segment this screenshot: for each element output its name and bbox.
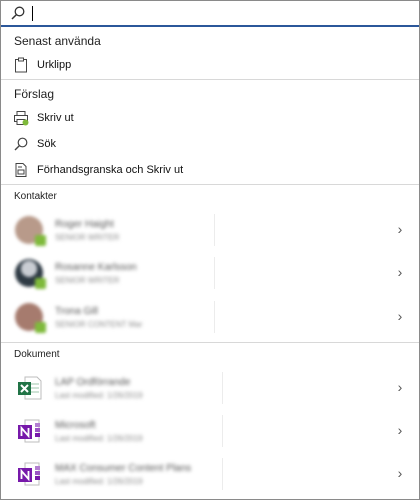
- excel-file-icon: [18, 376, 42, 400]
- document-item[interactable]: MAX Consumer Content Plans Last modified…: [9, 452, 411, 496]
- recent-item-label: Urklipp: [37, 59, 72, 71]
- suggestion-print[interactable]: Skriv ut: [13, 107, 408, 129]
- presence-badge: [35, 322, 46, 333]
- suggestions-section-title: Förslag: [14, 87, 55, 101]
- clipboard-icon: [15, 57, 27, 73]
- search-input[interactable]: [33, 3, 383, 23]
- suggestion-search[interactable]: Sök: [13, 133, 408, 155]
- search-icon: [11, 6, 25, 20]
- presence-badge: [35, 278, 46, 289]
- chevron-right-icon[interactable]: ›: [393, 422, 407, 438]
- search-icon: [14, 137, 28, 151]
- chevron-right-icon[interactable]: ›: [393, 221, 407, 237]
- divider: [1, 342, 419, 343]
- search-popup: Senast använda Urklipp Förslag Skriv ut …: [0, 0, 420, 500]
- documents-section-title: Dokument: [14, 349, 60, 360]
- avatar: [15, 259, 46, 289]
- presence-badge: [35, 235, 46, 246]
- divider: [1, 184, 419, 185]
- chevron-right-icon[interactable]: ›: [393, 264, 407, 280]
- document-item[interactable]: Microsoft Last modified: 1/26/2019 ›: [9, 409, 411, 453]
- printer-icon: [14, 111, 29, 126]
- contact-name: Trona Gill: [55, 305, 98, 317]
- chevron-right-icon[interactable]: ›: [393, 465, 407, 481]
- divider: [1, 79, 419, 80]
- document-name: Microsoft: [55, 419, 96, 431]
- contacts-section-title: Kontakter: [14, 191, 57, 202]
- contact-detail: SENIOR WRITER: [55, 275, 120, 285]
- document-modified: Last modified: 1/26/2019: [55, 390, 143, 400]
- avatar: [15, 216, 46, 246]
- suggestion-print-preview[interactable]: Förhandsgranska och Skriv ut: [13, 159, 408, 181]
- suggestion-search-label: Sök: [37, 138, 56, 150]
- document-modified: Last modified: 1/26/2019: [55, 433, 143, 443]
- print-preview-icon: [15, 163, 27, 177]
- chevron-right-icon[interactable]: ›: [393, 379, 407, 395]
- document-name: LAP Ordförrande: [55, 376, 131, 388]
- chevron-right-icon[interactable]: ›: [393, 308, 407, 324]
- avatar: [15, 303, 46, 333]
- contact-name: Rosanne Karlsson: [55, 261, 137, 273]
- onenote-file-icon: [18, 462, 40, 486]
- contact-detail: SENIOR WRITER: [55, 232, 120, 242]
- contact-detail: SENIOR CONTENT Mar: [55, 319, 143, 329]
- contact-item[interactable]: Roger Haight SENIOR WRITER ›: [9, 208, 411, 252]
- document-name: MAX Consumer Content Plans: [55, 462, 192, 474]
- contact-item[interactable]: Rosanne Karlsson SENIOR WRITER ›: [9, 251, 411, 295]
- suggestion-print-label: Skriv ut: [37, 112, 74, 124]
- contact-item[interactable]: Trona Gill SENIOR CONTENT Mar ›: [9, 295, 411, 339]
- document-item[interactable]: LAP Ordförrande Last modified: 1/26/2019…: [9, 366, 411, 410]
- suggestion-print-preview-label: Förhandsgranska och Skriv ut: [37, 164, 184, 176]
- recent-section-title: Senast använda: [14, 34, 101, 48]
- document-modified: Last modified: 1/26/2019: [55, 476, 143, 486]
- search-bar: [1, 1, 419, 27]
- recent-item-clipboard[interactable]: Urklipp: [13, 54, 408, 76]
- contact-name: Roger Haight: [55, 218, 114, 230]
- onenote-file-icon: [18, 419, 40, 443]
